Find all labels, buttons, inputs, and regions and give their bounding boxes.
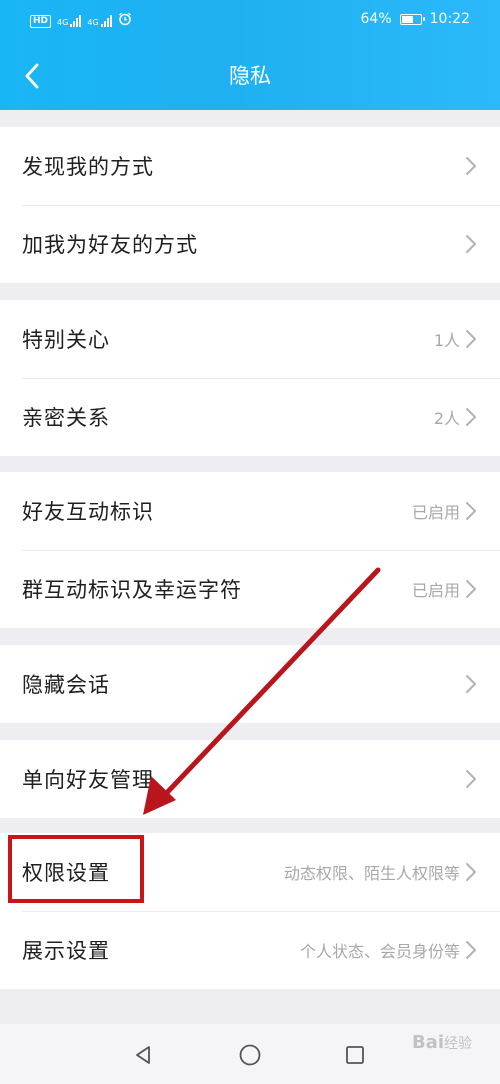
- row-label: 权限设置: [22, 861, 110, 885]
- row-value: 个人状态、会员身份等: [299, 942, 460, 961]
- row-value: 1人: [433, 331, 460, 350]
- chevron-right-icon: [466, 235, 476, 253]
- settings-group-one-way-friends: 单向好友管理: [0, 740, 500, 818]
- row-find-me-method[interactable]: 发现我的方式: [0, 127, 500, 205]
- triangle-back-icon: [136, 1046, 150, 1064]
- row-hidden-conversations[interactable]: 隐藏会话: [0, 645, 500, 723]
- circle-home-icon: [239, 1044, 261, 1066]
- sim2-network-label: 4G: [87, 18, 99, 27]
- row-label: 隐藏会话: [22, 673, 110, 697]
- row-display-settings[interactable]: 展示设置 个人状态、会员身份等: [0, 911, 500, 989]
- nav-back-button[interactable]: [128, 1040, 158, 1070]
- chevron-right-icon: [466, 770, 476, 788]
- page-title: 隐私: [229, 64, 271, 88]
- watermark-suffix: 经验: [444, 1036, 472, 1052]
- signal-icon: [70, 15, 82, 27]
- nav-recents-button[interactable]: [340, 1040, 370, 1070]
- app-header: HD 4G 4G 64% 10:22 隐私: [0, 0, 500, 110]
- chevron-right-icon: [466, 675, 476, 693]
- row-label: 好友互动标识: [22, 500, 154, 524]
- row-value: 已启用: [411, 503, 460, 522]
- row-label: 特别关心: [22, 328, 110, 352]
- alarm-clock-icon: [118, 12, 132, 30]
- chevron-right-icon: [466, 941, 476, 959]
- row-label: 加我为好友的方式: [22, 233, 198, 257]
- square-recents-icon: [346, 1046, 364, 1064]
- watermark: Bai经验: [412, 1032, 472, 1053]
- settings-group-relations: 特别关心 1人 亲密关系 2人: [0, 300, 500, 456]
- row-special-care[interactable]: 特别关心 1人: [0, 300, 500, 378]
- chevron-right-icon: [466, 157, 476, 175]
- settings-group-hidden-chat: 隐藏会话: [0, 645, 500, 723]
- row-one-way-friend-management[interactable]: 单向好友管理: [0, 740, 500, 818]
- row-add-friend-method[interactable]: 加我为好友的方式: [0, 205, 500, 283]
- row-label: 展示设置: [22, 939, 110, 963]
- row-value: 已启用: [411, 581, 460, 600]
- row-value: 动态权限、陌生人权限等: [283, 864, 460, 883]
- row-intimate-relation[interactable]: 亲密关系 2人: [0, 378, 500, 456]
- sim1-signal: 4G: [57, 15, 82, 27]
- status-bar: HD 4G 4G 64% 10:22: [0, 0, 500, 42]
- status-left: HD 4G 4G: [30, 12, 132, 30]
- sim2-signal: 4G: [87, 15, 112, 27]
- chevron-right-icon: [466, 502, 476, 520]
- row-label: 单向好友管理: [22, 768, 154, 792]
- nav-home-button[interactable]: [235, 1040, 265, 1070]
- watermark-text: Bai: [411, 1032, 444, 1053]
- battery-percent: 64%: [360, 11, 392, 27]
- row-permission-settings[interactable]: 权限设置 动态权限、陌生人权限等: [0, 833, 500, 911]
- row-label: 亲密关系: [22, 406, 110, 430]
- row-value: 2人: [433, 409, 460, 428]
- row-label: 发现我的方式: [22, 155, 154, 179]
- row-label: 群互动标识及幸运字符: [22, 578, 242, 602]
- settings-group-discovery: 发现我的方式 加我为好友的方式: [0, 127, 500, 283]
- settings-group-interaction: 好友互动标识 已启用 群互动标识及幸运字符 已启用: [0, 472, 500, 628]
- hd-badge: HD: [30, 14, 52, 28]
- chevron-right-icon: [466, 330, 476, 348]
- signal-icon: [100, 15, 112, 27]
- chevron-right-icon: [466, 408, 476, 426]
- chevron-right-icon: [466, 863, 476, 881]
- chevron-right-icon: [466, 580, 476, 598]
- settings-group-permissions: 权限设置 动态权限、陌生人权限等 展示设置 个人状态、会员身份等: [0, 833, 500, 989]
- row-group-interaction-badge[interactable]: 群互动标识及幸运字符 已启用: [0, 550, 500, 628]
- status-right: 64% 10:22: [361, 11, 470, 27]
- clock-time: 10:22: [429, 11, 470, 27]
- sim1-network-label: 4G: [57, 18, 69, 27]
- battery-fill: [401, 15, 413, 23]
- row-friend-interaction-badge[interactable]: 好友互动标识 已启用: [0, 472, 500, 550]
- battery-icon: [399, 13, 425, 25]
